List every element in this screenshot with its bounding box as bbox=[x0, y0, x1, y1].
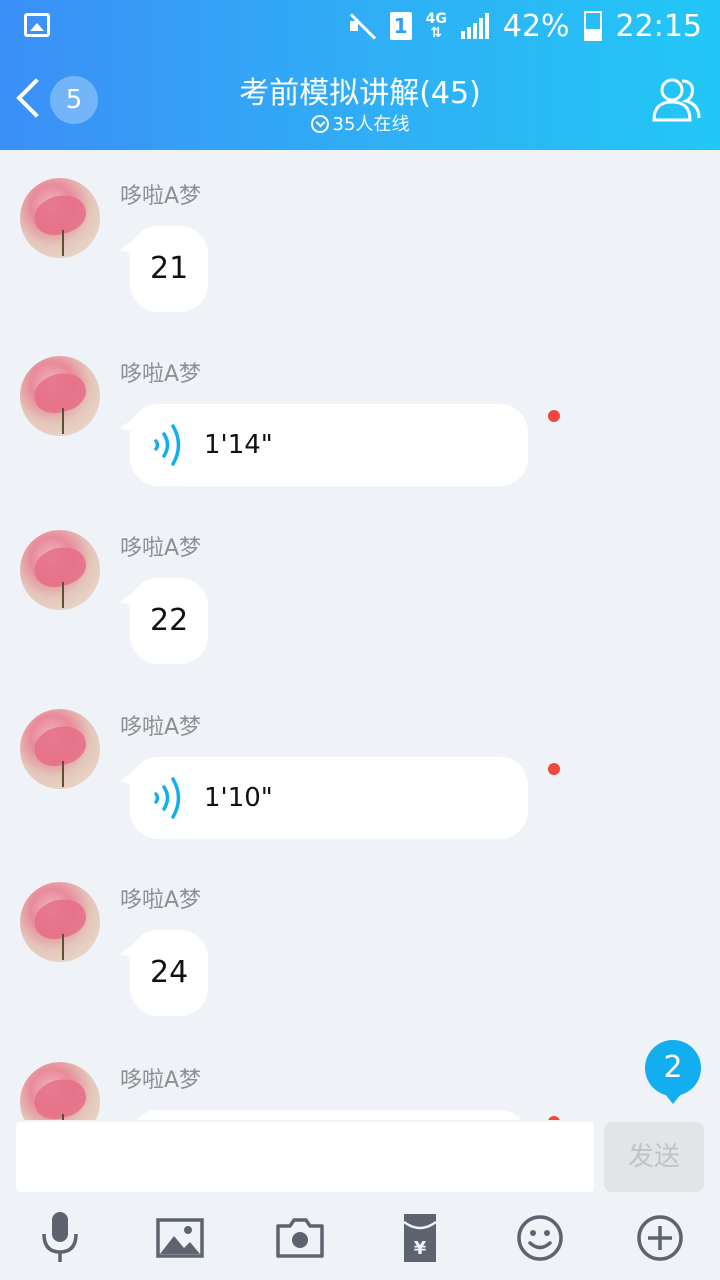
avatar[interactable] bbox=[20, 1062, 100, 1120]
voice-bubble[interactable] bbox=[130, 1110, 528, 1120]
emoji-icon[interactable] bbox=[510, 1208, 570, 1268]
avatar[interactable] bbox=[20, 709, 100, 789]
network-type: 4G ⇅ bbox=[425, 11, 447, 41]
clock: 22:15 bbox=[615, 8, 702, 44]
avatar[interactable] bbox=[20, 178, 100, 258]
top-bar: 1 4G ⇅ 42% 22:15 5 考前模拟讲解(45) 35人在线 bbox=[0, 0, 720, 150]
voice-wave-icon bbox=[154, 424, 181, 466]
avatar[interactable] bbox=[20, 530, 100, 610]
sender-name: 哆啦A梦 bbox=[120, 184, 202, 209]
red-packet-icon[interactable]: ¥ bbox=[390, 1208, 450, 1268]
send-button[interactable]: 发送 bbox=[604, 1122, 704, 1192]
microphone-icon[interactable] bbox=[30, 1208, 90, 1268]
sender-name: 哆啦A梦 bbox=[120, 1068, 202, 1093]
unread-dot bbox=[548, 763, 560, 775]
toolbar: ¥ bbox=[0, 1208, 720, 1278]
online-count: 35人在线 bbox=[332, 114, 410, 135]
plus-icon[interactable] bbox=[630, 1208, 690, 1268]
status-icons: 1 4G ⇅ 42% 22:15 bbox=[348, 6, 702, 46]
svg-text:¥: ¥ bbox=[414, 1238, 427, 1259]
message-input[interactable] bbox=[16, 1122, 594, 1192]
avatar[interactable] bbox=[20, 882, 100, 962]
text-bubble[interactable]: 24 bbox=[119, 930, 209, 1016]
battery-percent: 42% bbox=[502, 8, 570, 44]
sender-name: 哆啦A梦 bbox=[120, 715, 202, 740]
battery-icon bbox=[583, 11, 602, 41]
message-list[interactable]: 哆啦A梦 21 哆啦A梦 1'14" 哆啦A梦 22 哆啦A梦 1'10" 哆啦… bbox=[0, 150, 720, 1120]
new-messages-badge[interactable]: 2 bbox=[645, 1040, 701, 1104]
mute-icon bbox=[348, 13, 376, 39]
voice-duration: 1'14" bbox=[204, 430, 273, 460]
voice-duration: 1'10" bbox=[204, 783, 273, 813]
image-icon[interactable] bbox=[150, 1208, 210, 1268]
text-bubble[interactable]: 22 bbox=[119, 578, 209, 664]
text-bubble[interactable]: 21 bbox=[119, 226, 209, 312]
unread-dot bbox=[548, 410, 560, 422]
online-status[interactable]: 35人在线 bbox=[0, 110, 720, 136]
chat-header: 5 考前模拟讲解(45) 35人在线 bbox=[0, 50, 720, 150]
avatar[interactable] bbox=[20, 356, 100, 436]
group-members-icon[interactable] bbox=[650, 76, 702, 122]
group-title[interactable]: 考前模拟讲解(45) bbox=[0, 68, 720, 112]
sender-name: 哆啦A梦 bbox=[120, 362, 202, 387]
signal-icon bbox=[460, 13, 489, 39]
gallery-notification-icon bbox=[24, 13, 50, 37]
camera-icon[interactable] bbox=[270, 1208, 330, 1268]
voice-wave-icon bbox=[154, 777, 181, 819]
status-bar: 1 4G ⇅ 42% 22:15 bbox=[0, 0, 720, 50]
input-bar: 发送 ¥ bbox=[0, 1120, 720, 1280]
voice-bubble[interactable]: 1'14" bbox=[120, 404, 528, 486]
sender-name: 哆啦A梦 bbox=[120, 888, 202, 913]
sim-icon: 1 bbox=[389, 12, 412, 40]
chevron-down-circle-icon bbox=[310, 115, 329, 133]
voice-bubble[interactable]: 1'10" bbox=[120, 757, 528, 839]
sender-name: 哆啦A梦 bbox=[120, 536, 202, 561]
